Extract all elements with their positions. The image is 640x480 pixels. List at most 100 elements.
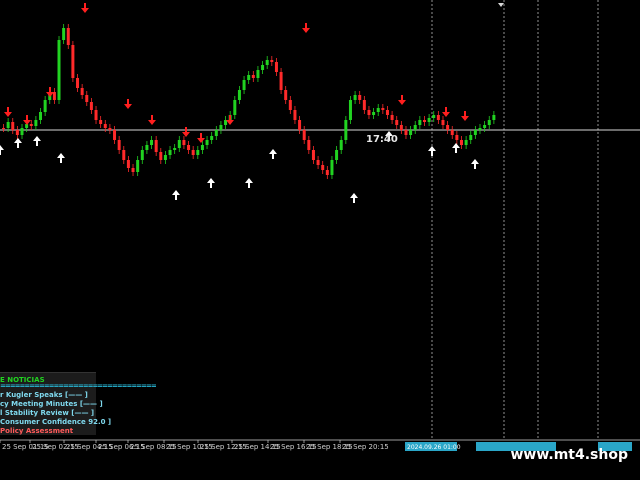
bull-candle <box>177 140 181 148</box>
bull-candle <box>39 112 43 120</box>
bear-candle <box>311 150 315 160</box>
bull-candle <box>372 112 376 115</box>
bull-candle <box>219 125 223 130</box>
bear-candle <box>279 72 283 90</box>
bear-candle <box>307 140 311 150</box>
bear-candle <box>395 120 399 125</box>
news-item: l Stability Review [—— ] <box>0 409 95 417</box>
bull-candle <box>136 160 140 172</box>
bear-candle <box>446 125 450 130</box>
bear-candle <box>71 45 75 78</box>
bear-candle <box>2 128 5 129</box>
bull-candle <box>261 65 265 70</box>
bear-candle <box>321 165 325 170</box>
bear-candle <box>436 115 440 120</box>
sell-arrow-icon <box>302 23 310 33</box>
news-panel-separator: ================================ <box>0 382 157 390</box>
bear-candle <box>385 110 389 115</box>
sell-arrow-icon <box>182 127 190 137</box>
bull-candle <box>473 130 477 135</box>
bear-candle <box>85 95 89 102</box>
bull-candle <box>237 90 241 100</box>
bear-candle <box>284 90 288 100</box>
bull-candle <box>469 135 473 140</box>
bear-candle <box>302 130 306 140</box>
bear-candle <box>131 168 135 172</box>
bear-candle <box>191 150 195 155</box>
bull-candle <box>483 125 487 128</box>
bear-candle <box>117 140 121 150</box>
bull-candle <box>196 150 200 155</box>
bear-candle <box>103 124 107 128</box>
bull-candle <box>34 120 38 126</box>
bull-candle <box>432 115 436 118</box>
bear-candle <box>66 28 70 45</box>
bull-candle <box>418 120 422 125</box>
bear-candle <box>441 120 445 125</box>
bear-candle <box>399 125 403 130</box>
vertical-separators <box>431 0 599 440</box>
bull-candle <box>57 40 61 100</box>
bear-candle <box>122 150 126 160</box>
sell-arrow-icon <box>398 95 406 105</box>
bear-candle <box>29 124 33 126</box>
bear-candle <box>80 88 84 95</box>
buy-arrow-icon <box>428 146 436 156</box>
bear-candle <box>390 115 394 120</box>
bear-candle <box>108 128 112 130</box>
buy-arrow-icon <box>471 159 479 169</box>
bull-candle <box>210 136 214 140</box>
news-item: Consumer Confidence 92.0 ] <box>0 418 112 426</box>
bull-candle <box>6 122 10 128</box>
sell-arrow-icon <box>148 115 156 125</box>
sell-arrow-icon <box>226 115 234 125</box>
bear-candle <box>367 110 371 115</box>
bull-candle <box>62 28 66 40</box>
bull-candle <box>163 155 167 160</box>
bull-candle <box>43 100 47 112</box>
bull-candle <box>145 145 149 150</box>
bear-candle <box>422 120 426 122</box>
bull-candle <box>205 140 209 145</box>
bull-candle <box>330 160 334 175</box>
bull-candle <box>413 125 417 130</box>
bull-candle <box>344 120 348 140</box>
bear-candle <box>159 152 163 160</box>
bear-candle <box>316 160 320 165</box>
bull-candle <box>20 128 24 135</box>
bull-candle <box>265 60 269 65</box>
bear-candle <box>455 135 459 140</box>
bear-candle <box>404 130 408 135</box>
buy-arrow-icon <box>33 136 41 146</box>
bear-candle <box>288 100 292 110</box>
bull-candle <box>150 140 154 145</box>
bull-candle <box>427 118 431 122</box>
sell-arrow-icon <box>197 133 205 143</box>
sell-arrow-icon <box>81 3 89 13</box>
bull-candle <box>492 115 496 120</box>
bull-candle <box>25 124 29 128</box>
bear-candle <box>298 120 302 130</box>
bull-candle <box>200 145 204 150</box>
bull-candle <box>348 100 352 120</box>
buy-arrow-icon <box>14 138 22 148</box>
bear-candle <box>187 145 191 150</box>
sell-arrow-icon <box>46 87 54 97</box>
bull-candle <box>168 150 172 155</box>
news-item: r Kugler Speaks [—— ] <box>0 391 88 399</box>
sell-arrow-icon <box>23 115 31 125</box>
candles <box>2 24 496 179</box>
price-chart[interactable]: 17:40 25 Sep 01:1525 Sep 02:1525 Sep 04:… <box>0 0 640 480</box>
buy-arrow-icon <box>0 145 4 155</box>
bear-candle <box>113 130 117 140</box>
current-time-label: 17:40 <box>366 134 398 145</box>
bear-candle <box>94 110 98 120</box>
buy-arrow-icon <box>245 178 253 188</box>
bear-candle <box>182 140 186 145</box>
bull-candle <box>214 130 218 136</box>
news-item: cy Meeting Minutes [—— ] <box>0 400 103 408</box>
bear-candle <box>459 140 463 145</box>
news-panel: E NOTICIAS =============================… <box>0 372 157 435</box>
bear-candle <box>251 75 255 78</box>
bull-candle <box>242 80 246 90</box>
